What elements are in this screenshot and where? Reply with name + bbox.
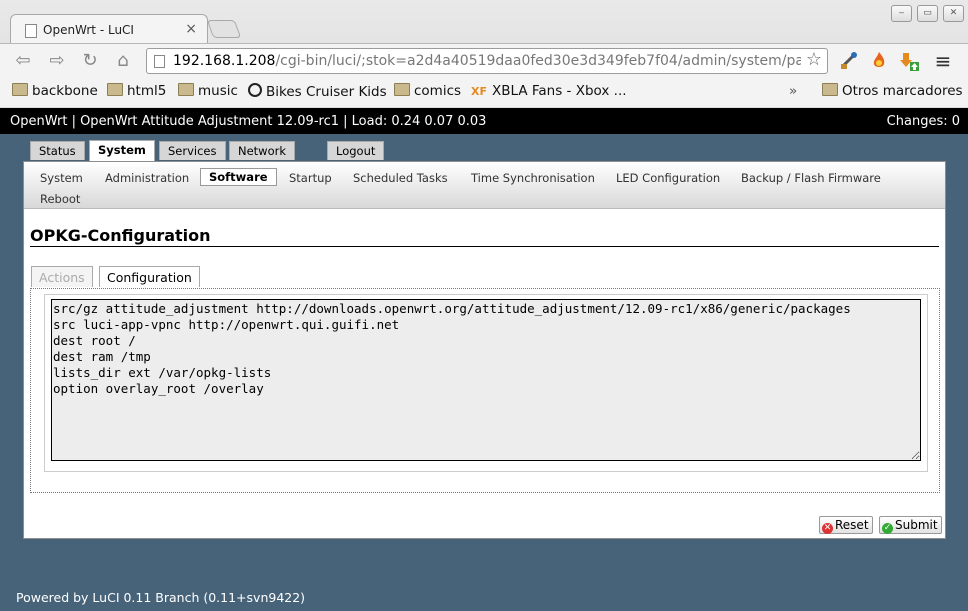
reset-icon: ✕ xyxy=(822,523,833,534)
bookmark-html5[interactable]: html5 xyxy=(107,83,166,99)
reload-icon[interactable]: ↻ xyxy=(77,49,103,73)
tab-title: OpenWrt - LuCI xyxy=(43,23,134,37)
bookmark-xbla[interactable]: XF XBLA Fans - Xbox ... xyxy=(471,83,627,99)
submit-button[interactable]: ✓ Submit xyxy=(879,516,942,534)
maximize-button[interactable]: ▭ xyxy=(917,5,938,22)
browser-tab[interactable]: OpenWrt - LuCI × xyxy=(10,14,208,45)
tab-logout[interactable]: Logout xyxy=(327,141,385,160)
bookmark-star-icon[interactable]: ☆ xyxy=(806,49,822,70)
subnav-startup[interactable]: Startup xyxy=(289,171,332,185)
menu-icon[interactable]: ≡ xyxy=(932,50,954,72)
url-text: 192.168.1.208/cgi-bin/luci/;stok=a2d4a40… xyxy=(173,53,801,69)
subnav-backup-flash[interactable]: Backup / Flash Firmware xyxy=(741,171,881,185)
bookmark-comics[interactable]: comics xyxy=(394,83,461,99)
other-bookmarks[interactable]: Otros marcadores xyxy=(822,83,963,99)
page-title: OPKG-Configuration xyxy=(30,226,939,247)
reset-button[interactable]: ✕ Reset xyxy=(819,516,873,534)
address-bar[interactable]: 192.168.1.208/cgi-bin/luci/;stok=a2d4a40… xyxy=(146,48,828,74)
browser-chrome: OpenWrt - LuCI × ‒ ▭ ✕ ⇦ ⇨ ↻ ⌂ 192.168.1… xyxy=(0,0,968,109)
folder-icon xyxy=(178,83,194,96)
folder-icon xyxy=(394,83,410,96)
subnav-scheduled-tasks[interactable]: Scheduled Tasks xyxy=(353,171,448,185)
folder-icon xyxy=(107,83,123,96)
tab-close-icon[interactable]: × xyxy=(185,21,197,37)
subnav-reboot[interactable]: Reboot xyxy=(40,192,80,206)
new-tab-button[interactable] xyxy=(206,20,242,38)
browser-toolbar: ⇦ ⇨ ↻ ⌂ 192.168.1.208/cgi-bin/luci/;stok… xyxy=(0,43,968,80)
extension-flame-icon[interactable] xyxy=(868,50,890,72)
subnav-administration[interactable]: Administration xyxy=(105,171,189,185)
gear-bullet-icon xyxy=(248,83,262,97)
tab-actions[interactable]: Actions xyxy=(31,266,93,287)
opkg-config-textarea[interactable]: src/gz attitude_adjustment http://downlo… xyxy=(51,299,921,461)
extension-pipette-icon[interactable] xyxy=(838,50,860,72)
tab-network[interactable]: Network xyxy=(229,141,296,160)
extension-download-icon[interactable] xyxy=(899,50,921,72)
config-fieldset: src/gz attitude_adjustment http://downlo… xyxy=(30,288,940,493)
tab-services[interactable]: Services xyxy=(159,141,226,160)
subnav-system[interactable]: System xyxy=(40,171,83,185)
luci-header: OpenWrt | OpenWrt Attitude Adjustment 12… xyxy=(0,108,968,134)
folder-icon xyxy=(822,83,838,96)
subnav-software[interactable]: Software xyxy=(200,168,277,186)
close-window-button[interactable]: ✕ xyxy=(943,5,964,22)
xf-badge-icon: XF xyxy=(471,85,487,98)
bookmark-bikes[interactable]: Bikes Cruiser Kids xyxy=(248,83,387,100)
system-info: OpenWrt | OpenWrt Attitude Adjustment 12… xyxy=(10,114,487,129)
subnav-time-sync[interactable]: Time Synchronisation xyxy=(471,171,595,185)
bookmark-backbone[interactable]: backbone xyxy=(12,83,98,99)
tab-configuration[interactable]: Configuration xyxy=(99,266,200,287)
bookmarks-overflow-icon[interactable]: » xyxy=(789,83,797,99)
sub-navigation: System Administration Software Startup S… xyxy=(24,162,945,209)
home-icon[interactable]: ⌂ xyxy=(110,49,136,73)
config-section: src/gz attitude_adjustment http://downlo… xyxy=(44,294,928,472)
page-favicon-icon xyxy=(25,24,37,38)
changes-indicator[interactable]: Changes: 0 xyxy=(887,114,960,129)
subnav-led-configuration[interactable]: LED Configuration xyxy=(616,171,720,185)
forward-icon[interactable]: ⇨ xyxy=(44,49,70,73)
folder-icon xyxy=(12,83,28,96)
bookmarks-bar: backbone html5 music Bikes Cruiser Kids … xyxy=(0,79,968,107)
footer-text: Powered by LuCI 0.11 Branch (0.11+svn942… xyxy=(16,590,306,605)
bookmark-music[interactable]: music xyxy=(178,83,238,99)
submit-icon: ✓ xyxy=(882,523,893,534)
tab-status[interactable]: Status xyxy=(30,141,85,160)
tab-system[interactable]: System xyxy=(89,140,155,161)
back-icon[interactable]: ⇦ xyxy=(10,49,36,73)
content-panel: System Administration Software Startup S… xyxy=(23,161,946,539)
minimize-button[interactable]: ‒ xyxy=(891,5,912,22)
page-icon xyxy=(154,55,165,68)
